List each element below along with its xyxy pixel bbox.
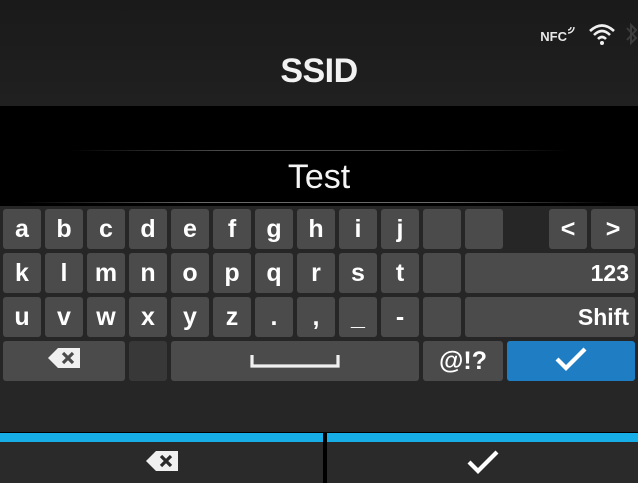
key-j[interactable]: j [381,209,419,249]
header: NFC SSID [0,0,638,106]
confirm-key-button[interactable] [507,341,635,381]
ssid-input-value: Test [287,158,351,196]
key-d[interactable]: d [129,209,167,249]
key-e[interactable]: e [171,209,209,249]
key-l[interactable]: l [45,253,83,293]
checkmark-icon [554,345,588,378]
space-bar-icon [249,347,341,376]
key-u[interactable]: u [3,297,41,337]
key-f[interactable]: f [213,209,251,249]
footer-bar [0,433,638,483]
key-c[interactable]: c [87,209,125,249]
nfc-label: NFC [540,28,567,44]
footer-confirm-button[interactable] [327,433,638,483]
key-v[interactable]: v [45,297,83,337]
key-spacer-e [423,297,461,337]
input-divider-top [70,150,568,151]
key-k[interactable]: k [3,253,41,293]
key-g[interactable]: g [255,209,293,249]
nfc-icon: NFC [540,26,578,44]
key-b[interactable]: b [45,209,83,249]
bluetooth-icon [626,22,638,51]
key-h[interactable]: h [297,209,335,249]
key-spacer-b [465,209,503,249]
key-s[interactable]: s [339,253,377,293]
space-bar[interactable] [171,341,419,381]
numeric-mode-button[interactable]: 123 [465,253,635,293]
backspace-button[interactable] [3,341,125,381]
wifi-icon [588,23,616,50]
shift-button[interactable]: Shift [465,297,635,337]
key-q[interactable]: q [255,253,293,293]
key-a[interactable]: a [3,209,41,249]
footer-backspace-button[interactable] [0,433,323,483]
key-spacer-f [129,341,167,381]
key-t[interactable]: t [381,253,419,293]
key-x[interactable]: x [129,297,167,337]
page-title: SSID [280,52,358,90]
status-icons: NFC [540,18,638,54]
key-hyphen[interactable]: - [381,297,419,337]
key-y[interactable]: y [171,297,209,337]
key-r[interactable]: r [297,253,335,293]
symbols-button[interactable]: @!? [423,341,503,381]
on-screen-keyboard: a b c d e f g h i j < > k l m n o p q r … [0,206,638,432]
key-period[interactable]: . [255,297,293,337]
key-z[interactable]: z [213,297,251,337]
cursor-left-button[interactable]: < [549,209,587,249]
backspace-icon [144,450,180,477]
cursor-right-button[interactable]: > [591,209,635,249]
key-comma[interactable]: , [297,297,335,337]
footer-accent [0,433,323,442]
key-m[interactable]: m [87,253,125,293]
key-n[interactable]: n [129,253,167,293]
key-p[interactable]: p [213,253,251,293]
footer-accent [327,433,638,442]
input-divider-bottom [20,202,618,203]
key-underscore[interactable]: _ [339,297,377,337]
key-spacer-d [423,253,461,293]
backspace-icon [46,347,82,376]
ssid-input-field[interactable]: Test [0,106,638,204]
key-i[interactable]: i [339,209,377,249]
key-w[interactable]: w [87,297,125,337]
checkmark-icon [466,448,500,479]
key-o[interactable]: o [171,253,209,293]
key-k-spacer-a [423,209,461,249]
